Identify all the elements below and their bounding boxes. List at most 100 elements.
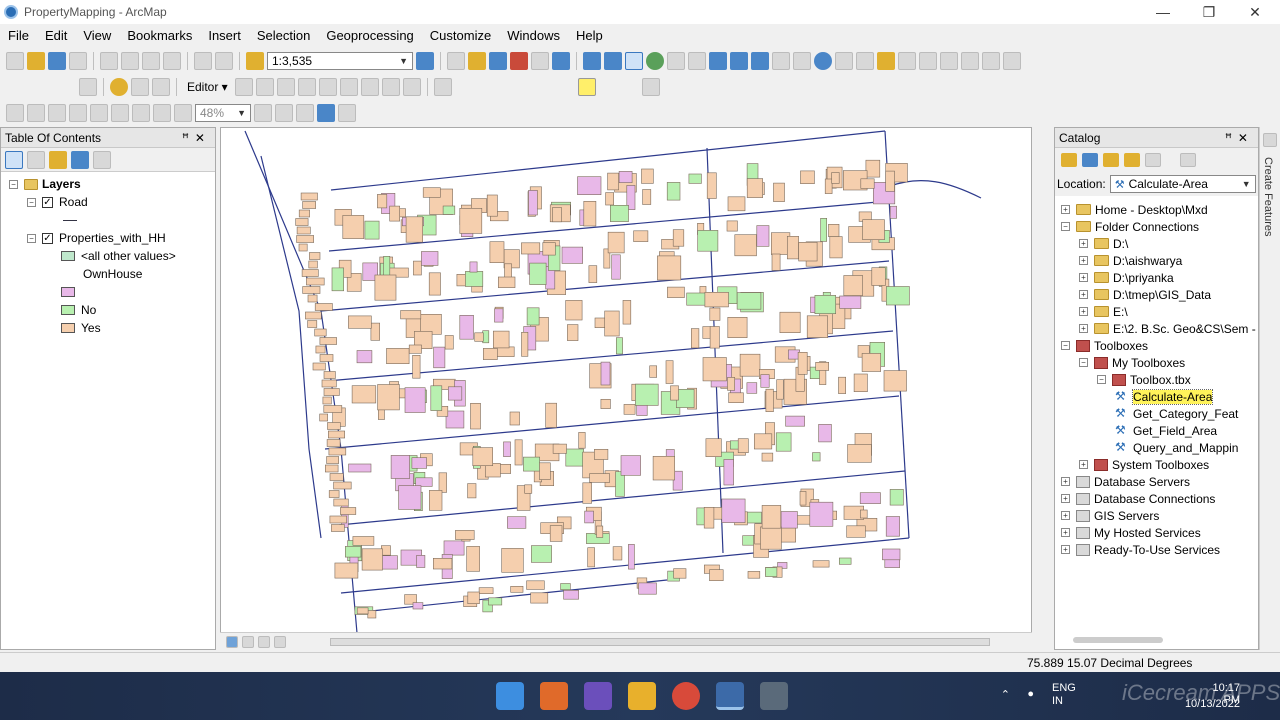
parcel-polygon[interactable] <box>785 415 805 427</box>
parcel-polygon[interactable] <box>296 226 311 235</box>
menu-view[interactable]: View <box>75 28 119 43</box>
parcel-polygon[interactable] <box>702 326 711 339</box>
parcel-polygon[interactable] <box>635 383 659 406</box>
parcel-polygon[interactable] <box>885 516 900 537</box>
add-data-icon[interactable] <box>246 52 264 70</box>
attributes-icon[interactable] <box>381 78 400 96</box>
catalog-item[interactable]: + System Toolboxes <box>1079 456 1209 473</box>
menu-selection[interactable]: Selection <box>249 28 318 43</box>
parcel-polygon[interactable] <box>326 456 339 464</box>
full-extent-icon[interactable] <box>646 52 664 70</box>
parcel-polygon[interactable] <box>429 490 443 511</box>
select-elements-icon[interactable] <box>793 52 811 70</box>
parcel-polygon[interactable] <box>374 274 397 301</box>
edit-vertices-icon[interactable] <box>276 78 295 96</box>
catalog-window-icon[interactable] <box>468 52 486 70</box>
parcel-polygon[interactable] <box>383 256 391 279</box>
parcel-polygon[interactable] <box>308 260 318 269</box>
split-icon[interactable] <box>339 78 358 96</box>
parcel-polygon[interactable] <box>526 580 545 590</box>
zoom-100-icon[interactable] <box>90 104 108 122</box>
chrome-icon[interactable] <box>672 682 700 710</box>
parcel-polygon[interactable] <box>746 178 764 198</box>
expand-toggle-icon[interactable]: + <box>1061 477 1070 486</box>
app-icon-orange[interactable] <box>540 682 568 710</box>
parcel-polygon[interactable] <box>723 459 734 486</box>
expand-toggle-icon[interactable]: + <box>1061 545 1070 554</box>
expand-toggle-icon[interactable]: − <box>1061 341 1070 350</box>
parcel-polygon[interactable] <box>503 441 511 457</box>
fixed-zoom-out2-icon[interactable] <box>132 104 150 122</box>
parcel-polygon[interactable] <box>314 328 327 337</box>
parcel-polygon[interactable] <box>494 308 504 323</box>
menu-insert[interactable]: Insert <box>200 28 249 43</box>
parcel-polygon[interactable] <box>838 557 852 565</box>
parcel-polygon[interactable] <box>641 168 654 184</box>
parcel-polygon[interactable] <box>345 546 362 558</box>
parcel-polygon[interactable] <box>408 344 422 354</box>
parcel-polygon[interactable] <box>666 182 681 201</box>
parcel-polygon[interactable] <box>329 515 348 524</box>
identify-icon[interactable] <box>814 52 832 70</box>
editor-toolbar-icon[interactable] <box>416 52 434 70</box>
parcel-polygon[interactable] <box>705 438 722 458</box>
catalog-item[interactable]: + D:\priyanka <box>1079 269 1174 286</box>
parcel-polygon[interactable] <box>884 559 900 568</box>
editor-menu[interactable]: Editor ▾ <box>183 80 232 94</box>
map-canvas[interactable] <box>221 128 1032 634</box>
parcel-polygon[interactable] <box>706 172 717 199</box>
parcel-polygon[interactable] <box>806 315 829 338</box>
parcel-polygon[interactable] <box>482 348 498 360</box>
catalog-item[interactable]: + D:\aishwarya <box>1079 252 1182 269</box>
catalog-item[interactable]: ⚒ Calculate-Area <box>1115 388 1214 405</box>
parcel-polygon[interactable] <box>531 545 552 563</box>
zoom-whole-page-icon[interactable] <box>69 104 87 122</box>
parcel-polygon[interactable] <box>492 330 510 349</box>
catalog-item[interactable]: ⚒ Get_Category_Feat <box>1115 405 1238 422</box>
parcel-polygon[interactable] <box>465 271 484 287</box>
list-by-selection-icon[interactable] <box>71 150 89 169</box>
parcel-polygon[interactable] <box>600 361 611 386</box>
data-view-icon[interactable] <box>226 635 238 648</box>
parcel-polygon[interactable] <box>523 456 540 472</box>
parcel-polygon[interactable] <box>657 255 682 281</box>
parcel-polygon[interactable] <box>799 491 807 506</box>
parcel-polygon[interactable] <box>582 482 592 504</box>
print-preview-icon[interactable] <box>338 104 356 122</box>
list-by-source-icon[interactable] <box>27 150 45 169</box>
parcel-polygon[interactable] <box>560 583 571 590</box>
parcel-polygon[interactable] <box>323 388 340 396</box>
parcel-polygon[interactable] <box>302 286 321 294</box>
parcel-polygon[interactable] <box>665 360 674 384</box>
parcel-polygon[interactable] <box>539 462 551 480</box>
parcel-polygon[interactable] <box>322 396 332 405</box>
parcel-polygon[interactable] <box>605 192 615 206</box>
parcel-polygon[interactable] <box>773 182 785 202</box>
table-window-icon[interactable] <box>447 52 465 70</box>
arcmap-taskbar-icon[interactable] <box>716 682 744 710</box>
parcel-polygon[interactable] <box>812 560 830 568</box>
view-options-icon[interactable] <box>1180 153 1196 167</box>
panel-controls[interactable]: ꟸ✕ <box>182 131 211 145</box>
parcel-polygon[interactable] <box>321 379 337 388</box>
menu-bookmarks[interactable]: Bookmarks <box>119 28 200 43</box>
catalog-item[interactable]: − Folder Connections <box>1061 218 1199 235</box>
zoom-out-icon[interactable] <box>604 52 622 70</box>
parcel-polygon[interactable] <box>499 463 511 474</box>
parcel-polygon[interactable] <box>860 178 875 189</box>
print-icon[interactable] <box>69 52 87 70</box>
magnifier-icon[interactable] <box>1003 52 1021 70</box>
parcel-polygon[interactable] <box>430 385 443 411</box>
parcel-polygon[interactable] <box>889 489 904 506</box>
parcel-polygon[interactable] <box>607 231 625 254</box>
parcel-polygon[interactable] <box>818 424 832 443</box>
parcel-polygon[interactable] <box>545 402 557 428</box>
arctoolbox-icon[interactable] <box>510 52 528 70</box>
parcel-polygon[interactable] <box>565 448 584 467</box>
catalog-item[interactable]: + D:\ <box>1079 235 1128 252</box>
parcel-polygon[interactable] <box>455 530 475 540</box>
new-document-icon[interactable] <box>6 52 24 70</box>
parcel-polygon[interactable] <box>771 253 781 271</box>
sketch-properties-icon[interactable] <box>402 78 421 96</box>
parcel-polygon[interactable] <box>389 205 400 222</box>
